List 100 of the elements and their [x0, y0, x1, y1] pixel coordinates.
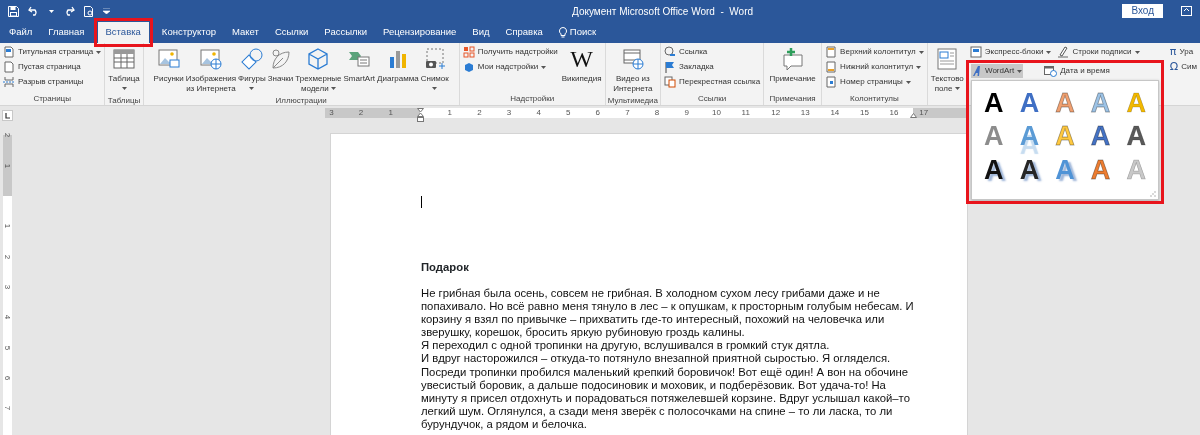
text-box-icon [935, 47, 960, 71]
ribbon-tab[interactable]: Вид [464, 22, 498, 43]
ribbon-button[interactable]: Видео из Интернета [612, 45, 654, 94]
paragraph: И вдруг насторожился – откуда-то потянуло внезапной приятной сыростью. Я огляделся. Посреди тропинки пробился маленький крепкий боровичок! Вот ещё один! А вон на обочине увесистый боровик, а дальше подосиновик и моховик, и подберёзовик. Вот удача-то! На минуту я присел отдохнуть и порадоваться потяжелевшей корзине. Вдруг услышал какой–то легкий шум. Оглянулся, а сзади меня зверёк с полосочками на спине – то ли ласка, то ли бурундучок, а рядом и белочка. [421, 352, 910, 432]
ribbon-button[interactable]: SmartArt [342, 45, 377, 94]
ribbon-tab[interactable]: Рецензирование [375, 22, 465, 43]
undo-icon [28, 6, 40, 16]
ruler-number: 13 [800, 109, 810, 117]
ribbon-button[interactable]: Диаграмма [376, 45, 420, 94]
ruler-number: 2 [477, 109, 482, 117]
ribbon-button[interactable]: Закладка [663, 60, 762, 74]
caret-icon [1017, 69, 1023, 73]
ribbon-button[interactable]: Фигуры [237, 45, 267, 94]
ribbon-button[interactable]: Перекрестная ссылка [663, 75, 762, 89]
ribbon-button[interactable]: Нижний колонтитул [824, 60, 925, 74]
ribbon-button[interactable]: Примечание [768, 45, 817, 92]
ribbon-button[interactable]: Снимок [419, 45, 450, 94]
group-label: Мультимедиа [606, 95, 659, 107]
ruler-number: 17 [919, 109, 929, 117]
caret-icon [432, 87, 438, 91]
blocks-page-icon [969, 46, 982, 58]
film-globe-icon [620, 47, 645, 71]
text-cursor [421, 196, 422, 208]
ribbon-button[interactable]: WordArt [971, 64, 1024, 78]
wordart-style[interactable]: A [976, 153, 1012, 187]
ruler-number: 1 [447, 109, 453, 117]
ruler-number: 10 [712, 109, 721, 117]
ribbon-tab[interactable]: Главная [40, 22, 93, 43]
ribbon-button[interactable]: Мои надстройки [461, 60, 559, 74]
ruler-number: 2 [3, 133, 12, 138]
wordart-style[interactable]: A [1082, 120, 1119, 154]
cube-icon [306, 47, 331, 71]
ribbon-tab[interactable]: Справка [497, 22, 551, 43]
ribbon-tab[interactable]: Макет [224, 22, 267, 43]
caret-icon [249, 87, 255, 91]
ribbon-button[interactable]: Ω Сим [1168, 60, 1198, 74]
caret-icon [905, 80, 911, 84]
page-break-icon [3, 76, 15, 88]
ruler-number: 7 [3, 405, 12, 411]
ribbon-tab[interactable]: Рассылки [316, 22, 375, 43]
caret-icon [918, 50, 924, 54]
ribbon-tab[interactable]: Файл [1, 22, 41, 43]
search-box[interactable]: Поиск [550, 22, 605, 43]
pen-icon [1057, 46, 1070, 58]
ribbon-button[interactable]: Дата и время [1043, 64, 1111, 78]
ribbon-button[interactable]: Значки [266, 45, 295, 94]
group-label: Таблицы [106, 95, 142, 107]
ruler-number: 5 [3, 345, 12, 350]
ribbon-button[interactable]: Разрыв страницы [2, 75, 103, 89]
wordart-style[interactable]: A [1118, 120, 1154, 154]
caret-icon [916, 65, 922, 69]
redo-icon [63, 6, 75, 16]
comment-add-icon [780, 47, 805, 71]
document-heading: Подарок [421, 261, 470, 274]
ruler-number: 4 [536, 109, 541, 117]
ribbon-button[interactable]: Изображения из Интернета [184, 45, 238, 94]
wordart-style[interactable]: A [1011, 87, 1048, 121]
customize-caret-icon [103, 8, 110, 14]
ruler-number: 2 [3, 254, 12, 259]
ruler-number: 3 [3, 284, 12, 290]
ribbon-button[interactable]: Строки подписи [1056, 45, 1141, 59]
ruler-number: 4 [3, 314, 12, 320]
ribbon-button[interactable]: Ссылка [663, 45, 762, 59]
picture-icon [156, 47, 181, 71]
ribbon-button[interactable]: W Википедия [560, 45, 603, 92]
ribbon-button[interactable]: Трехмерные модели [294, 45, 343, 94]
resize-grip-icon [1150, 191, 1156, 197]
flag-icon [664, 61, 676, 73]
ribbon-button[interactable]: Текстово поле [929, 45, 965, 94]
sign-in-button[interactable]: Вход [1122, 4, 1163, 18]
caret-icon [1134, 50, 1140, 54]
wordart-style[interactable]: A [976, 87, 1012, 121]
globe-link-icon [664, 46, 676, 58]
ruler-number: 7 [625, 109, 630, 117]
page-header-icon [825, 46, 838, 58]
pages-icon [664, 76, 676, 88]
ruler-number: 6 [3, 375, 12, 380]
ribbon-button[interactable]: Номер страницы [824, 75, 925, 89]
ribbon-tab[interactable]: Вставка [97, 22, 149, 43]
ribbon-tab[interactable]: Ссылки [266, 22, 317, 43]
wordart-style[interactable]: A [1011, 153, 1048, 187]
ribbon-button[interactable]: Пустая страница [2, 60, 103, 74]
paragraph: Я переходил с одной тропинки на другую, вслушивался в громкий стук дятла. [421, 339, 830, 353]
ribbon-button[interactable]: Таблица [107, 45, 141, 94]
caret-icon [121, 87, 127, 91]
window-title: Документ Microsoft Office Word - Word [572, 4, 754, 19]
page-number-icon [825, 76, 838, 88]
shapes-icon [239, 47, 264, 71]
page-icon [3, 61, 15, 73]
ribbon-button[interactable]: Титульная страница [2, 45, 103, 59]
caret-icon [541, 65, 547, 69]
ruler-number: 11 [741, 109, 750, 117]
ribbon-tab[interactable]: Конструктор [153, 22, 224, 43]
ribbon-button[interactable]: Верхний колонтитул [824, 45, 925, 59]
ribbon-button[interactable]: π Ура [1168, 45, 1198, 59]
picture-globe-icon [198, 47, 223, 71]
ribbon-button[interactable]: Экспресс-блоки [968, 45, 1053, 59]
ruler-number: 12 [771, 109, 781, 117]
ribbon-button[interactable]: Получить надстройки [461, 45, 559, 59]
ribbon-button[interactable]: Рисунки [152, 45, 185, 94]
